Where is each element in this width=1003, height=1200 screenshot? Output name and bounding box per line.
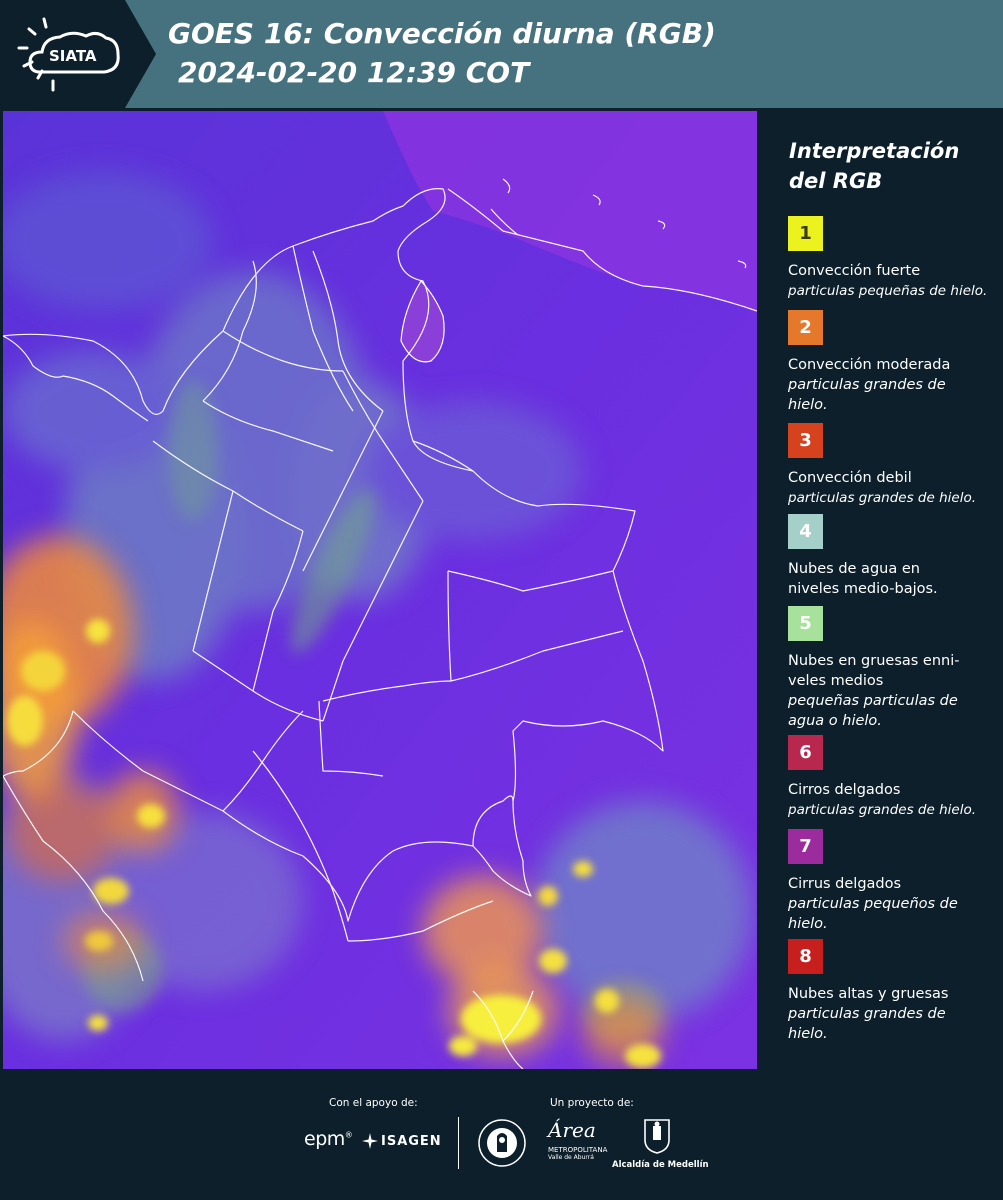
legend-swatch-1: 1	[788, 216, 823, 251]
legend-swatch-5: 5	[788, 606, 823, 641]
area-logo-sub2: Valle de Aburrá	[548, 1154, 594, 1161]
epm-registered-mark: ®	[344, 1130, 353, 1140]
alcaldia-medellin-logo: Alcaldía de Medellín	[612, 1118, 709, 1170]
legend-item-desc: particulas pequeñas de hielo.	[788, 283, 988, 299]
legend-item-name: Convección moderada	[788, 357, 951, 373]
legend-item-name: Convección debil	[788, 470, 912, 486]
legend-item-desc: particulas grandes de	[788, 377, 946, 393]
header-bar: SIATA GOES 16: Convección diurna (RGB) 2…	[0, 0, 1003, 108]
legend-item-desc: hielo.	[788, 397, 828, 413]
isagen-star-icon	[362, 1133, 378, 1149]
support-label: Con el apoyo de:	[329, 1097, 418, 1109]
isagen-logo-text: ISAGEN	[381, 1133, 442, 1149]
epm-logo: epm®	[304, 1128, 353, 1150]
legend-swatch-2: 2	[788, 310, 823, 345]
legend-item-name: Cirrus delgados	[788, 876, 902, 892]
legend-item-desc: particulas grandes de	[788, 1006, 946, 1022]
area-metropolitana-logo: Área METROPOLITANA Valle de Aburrá	[548, 1118, 608, 1161]
university-seal-logo	[477, 1118, 527, 1172]
legend-item-name: veles medios	[788, 673, 884, 689]
legend-swatch-4: 4	[788, 514, 823, 549]
legend-title-line2: del RGB	[789, 169, 883, 193]
siata-logo: SIATA	[0, 0, 156, 108]
legend-title-line1: Interpretación	[789, 139, 960, 163]
legend-item-name: Nubes de agua en	[788, 561, 920, 577]
page-timestamp: 2024-02-20 12:39 COT	[178, 56, 530, 89]
medellin-shield-icon	[644, 1119, 670, 1154]
legend-item-name: Cirros delgados	[788, 782, 901, 798]
legend-item-3: 3 Convección debil particulas grandes de…	[788, 423, 998, 508]
legend-panel: Interpretación del RGB 1 Convección fuer…	[760, 108, 1003, 1070]
legend-item-7: 7 Cirrus delgados particulas pequeños de…	[788, 829, 998, 934]
satellite-map-image	[3, 111, 757, 1069]
isagen-logo: ISAGEN	[362, 1133, 442, 1149]
legend-item-name: Convección fuerte	[788, 263, 921, 279]
legend-title: Interpretación del RGB	[789, 136, 994, 196]
footer-divider	[458, 1117, 459, 1169]
legend-swatch-6: 6	[788, 735, 823, 770]
footer: Con el apoyo de: Un proyecto de: epm® IS…	[0, 1070, 1003, 1200]
legend-swatch-3: 3	[788, 423, 823, 458]
medellin-logo-text: Alcaldía de Medellín	[612, 1160, 709, 1170]
legend-item-name: Nubes altas y gruesas	[788, 986, 949, 1002]
page-title: GOES 16: Convección diurna (RGB)	[168, 17, 716, 50]
legend-item-name: niveles medio-bajos.	[788, 581, 938, 597]
legend-item-1: 1 Convección fuerte particulas pequeñas …	[788, 216, 998, 301]
legend-swatch-7: 7	[788, 829, 823, 864]
legend-item-6: 6 Cirros delgados particulas grandes de …	[788, 735, 998, 820]
legend-item-desc: particulas grandes de hielo.	[788, 802, 976, 818]
epm-logo-text: epm	[304, 1128, 345, 1150]
legend-item-desc: particulas grandes de hielo.	[788, 490, 976, 506]
legend-item-name: Nubes en gruesas enni-	[788, 653, 960, 669]
legend-item-8: 8 Nubes altas y gruesas particulas grand…	[788, 939, 998, 1044]
legend-item-desc: pequeñas particulas de	[788, 693, 958, 709]
legend-item-5: 5 Nubes en gruesas enni- veles medios pe…	[788, 606, 998, 731]
legend-item-2: 2 Convección moderada particulas grandes…	[788, 310, 998, 415]
legend-item-desc: particulas pequeños de	[788, 896, 958, 912]
project-label: Un proyecto de:	[550, 1097, 634, 1109]
legend-swatch-8: 8	[788, 939, 823, 974]
seal-icon	[478, 1119, 526, 1167]
satellite-map	[3, 111, 757, 1069]
area-logo-sub1: METROPOLITANA	[548, 1146, 608, 1154]
area-logo-word: Área	[548, 1118, 596, 1142]
siata-logo-text: SIATA	[49, 47, 97, 65]
legend-item-desc: agua o hielo.	[788, 713, 882, 729]
legend-item-desc: hielo.	[788, 1026, 828, 1042]
legend-item-desc: hielo.	[788, 916, 828, 932]
legend-item-4: 4 Nubes de agua en niveles medio-bajos.	[788, 514, 998, 599]
